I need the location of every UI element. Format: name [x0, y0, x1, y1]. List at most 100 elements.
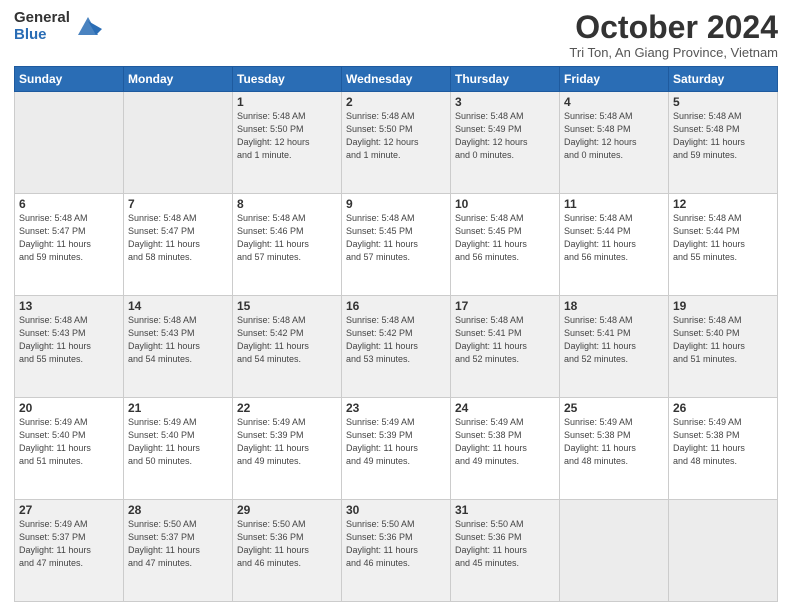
- calendar-cell: 3Sunrise: 5:48 AM Sunset: 5:49 PM Daylig…: [451, 92, 560, 194]
- day-info: Sunrise: 5:49 AM Sunset: 5:37 PM Dayligh…: [19, 518, 119, 570]
- day-number: 25: [564, 401, 664, 415]
- day-info: Sunrise: 5:49 AM Sunset: 5:38 PM Dayligh…: [455, 416, 555, 468]
- day-number: 19: [673, 299, 773, 313]
- day-info: Sunrise: 5:48 AM Sunset: 5:47 PM Dayligh…: [128, 212, 228, 264]
- day-number: 17: [455, 299, 555, 313]
- calendar-cell: 17Sunrise: 5:48 AM Sunset: 5:41 PM Dayli…: [451, 296, 560, 398]
- calendar-cell: 13Sunrise: 5:48 AM Sunset: 5:43 PM Dayli…: [15, 296, 124, 398]
- calendar-cell: [15, 92, 124, 194]
- day-info: Sunrise: 5:48 AM Sunset: 5:40 PM Dayligh…: [673, 314, 773, 366]
- day-info: Sunrise: 5:49 AM Sunset: 5:38 PM Dayligh…: [673, 416, 773, 468]
- calendar-cell: 1Sunrise: 5:48 AM Sunset: 5:50 PM Daylig…: [233, 92, 342, 194]
- calendar-cell: 18Sunrise: 5:48 AM Sunset: 5:41 PM Dayli…: [560, 296, 669, 398]
- calendar-cell: 15Sunrise: 5:48 AM Sunset: 5:42 PM Dayli…: [233, 296, 342, 398]
- calendar-cell: 16Sunrise: 5:48 AM Sunset: 5:42 PM Dayli…: [342, 296, 451, 398]
- header: General Blue October 2024 Tri Ton, An Gi…: [14, 10, 778, 60]
- calendar-cell: 19Sunrise: 5:48 AM Sunset: 5:40 PM Dayli…: [669, 296, 778, 398]
- logo-blue: Blue: [14, 27, 70, 44]
- calendar-week-row: 20Sunrise: 5:49 AM Sunset: 5:40 PM Dayli…: [15, 398, 778, 500]
- day-info: Sunrise: 5:49 AM Sunset: 5:39 PM Dayligh…: [237, 416, 337, 468]
- day-info: Sunrise: 5:48 AM Sunset: 5:47 PM Dayligh…: [19, 212, 119, 264]
- day-number: 2: [346, 95, 446, 109]
- day-info: Sunrise: 5:49 AM Sunset: 5:40 PM Dayligh…: [128, 416, 228, 468]
- day-number: 8: [237, 197, 337, 211]
- day-header-sunday: Sunday: [15, 67, 124, 92]
- day-number: 16: [346, 299, 446, 313]
- calendar-cell: 30Sunrise: 5:50 AM Sunset: 5:36 PM Dayli…: [342, 500, 451, 602]
- day-number: 27: [19, 503, 119, 517]
- day-number: 28: [128, 503, 228, 517]
- calendar-cell: 23Sunrise: 5:49 AM Sunset: 5:39 PM Dayli…: [342, 398, 451, 500]
- calendar-cell: 4Sunrise: 5:48 AM Sunset: 5:48 PM Daylig…: [560, 92, 669, 194]
- day-header-friday: Friday: [560, 67, 669, 92]
- calendar-table: SundayMondayTuesdayWednesdayThursdayFrid…: [14, 66, 778, 602]
- calendar-cell: [560, 500, 669, 602]
- day-info: Sunrise: 5:48 AM Sunset: 5:44 PM Dayligh…: [564, 212, 664, 264]
- day-info: Sunrise: 5:48 AM Sunset: 5:50 PM Dayligh…: [346, 110, 446, 162]
- day-number: 5: [673, 95, 773, 109]
- calendar-cell: 6Sunrise: 5:48 AM Sunset: 5:47 PM Daylig…: [15, 194, 124, 296]
- day-number: 1: [237, 95, 337, 109]
- day-number: 10: [455, 197, 555, 211]
- day-number: 9: [346, 197, 446, 211]
- day-info: Sunrise: 5:48 AM Sunset: 5:48 PM Dayligh…: [564, 110, 664, 162]
- day-number: 26: [673, 401, 773, 415]
- day-info: Sunrise: 5:48 AM Sunset: 5:43 PM Dayligh…: [19, 314, 119, 366]
- day-info: Sunrise: 5:48 AM Sunset: 5:50 PM Dayligh…: [237, 110, 337, 162]
- day-number: 7: [128, 197, 228, 211]
- logo: General Blue: [14, 10, 102, 43]
- calendar-cell: 12Sunrise: 5:48 AM Sunset: 5:44 PM Dayli…: [669, 194, 778, 296]
- day-header-tuesday: Tuesday: [233, 67, 342, 92]
- day-number: 3: [455, 95, 555, 109]
- logo-general: General: [14, 10, 70, 27]
- day-number: 14: [128, 299, 228, 313]
- day-number: 23: [346, 401, 446, 415]
- day-number: 22: [237, 401, 337, 415]
- day-number: 4: [564, 95, 664, 109]
- title-area: October 2024 Tri Ton, An Giang Province,…: [569, 10, 778, 60]
- day-info: Sunrise: 5:50 AM Sunset: 5:36 PM Dayligh…: [237, 518, 337, 570]
- day-info: Sunrise: 5:49 AM Sunset: 5:40 PM Dayligh…: [19, 416, 119, 468]
- day-info: Sunrise: 5:48 AM Sunset: 5:42 PM Dayligh…: [237, 314, 337, 366]
- day-number: 15: [237, 299, 337, 313]
- day-info: Sunrise: 5:48 AM Sunset: 5:45 PM Dayligh…: [455, 212, 555, 264]
- calendar-cell: [669, 500, 778, 602]
- calendar-cell: 21Sunrise: 5:49 AM Sunset: 5:40 PM Dayli…: [124, 398, 233, 500]
- day-info: Sunrise: 5:49 AM Sunset: 5:39 PM Dayligh…: [346, 416, 446, 468]
- day-number: 31: [455, 503, 555, 517]
- day-header-monday: Monday: [124, 67, 233, 92]
- day-header-thursday: Thursday: [451, 67, 560, 92]
- calendar-cell: 5Sunrise: 5:48 AM Sunset: 5:48 PM Daylig…: [669, 92, 778, 194]
- calendar-cell: 2Sunrise: 5:48 AM Sunset: 5:50 PM Daylig…: [342, 92, 451, 194]
- day-info: Sunrise: 5:48 AM Sunset: 5:44 PM Dayligh…: [673, 212, 773, 264]
- day-number: 24: [455, 401, 555, 415]
- calendar-cell: [124, 92, 233, 194]
- calendar-cell: 14Sunrise: 5:48 AM Sunset: 5:43 PM Dayli…: [124, 296, 233, 398]
- day-info: Sunrise: 5:48 AM Sunset: 5:42 PM Dayligh…: [346, 314, 446, 366]
- day-info: Sunrise: 5:48 AM Sunset: 5:41 PM Dayligh…: [455, 314, 555, 366]
- day-info: Sunrise: 5:50 AM Sunset: 5:36 PM Dayligh…: [455, 518, 555, 570]
- day-info: Sunrise: 5:48 AM Sunset: 5:41 PM Dayligh…: [564, 314, 664, 366]
- calendar-cell: 9Sunrise: 5:48 AM Sunset: 5:45 PM Daylig…: [342, 194, 451, 296]
- location: Tri Ton, An Giang Province, Vietnam: [569, 45, 778, 60]
- logo-icon: [74, 13, 102, 41]
- day-info: Sunrise: 5:48 AM Sunset: 5:49 PM Dayligh…: [455, 110, 555, 162]
- calendar-cell: 8Sunrise: 5:48 AM Sunset: 5:46 PM Daylig…: [233, 194, 342, 296]
- calendar-cell: 11Sunrise: 5:48 AM Sunset: 5:44 PM Dayli…: [560, 194, 669, 296]
- calendar-cell: 20Sunrise: 5:49 AM Sunset: 5:40 PM Dayli…: [15, 398, 124, 500]
- calendar-week-row: 13Sunrise: 5:48 AM Sunset: 5:43 PM Dayli…: [15, 296, 778, 398]
- day-number: 30: [346, 503, 446, 517]
- day-number: 13: [19, 299, 119, 313]
- page: General Blue October 2024 Tri Ton, An Gi…: [0, 0, 792, 612]
- calendar-cell: 25Sunrise: 5:49 AM Sunset: 5:38 PM Dayli…: [560, 398, 669, 500]
- calendar-cell: 24Sunrise: 5:49 AM Sunset: 5:38 PM Dayli…: [451, 398, 560, 500]
- day-number: 29: [237, 503, 337, 517]
- logo-text: General Blue: [14, 10, 70, 43]
- day-info: Sunrise: 5:48 AM Sunset: 5:48 PM Dayligh…: [673, 110, 773, 162]
- calendar-cell: 31Sunrise: 5:50 AM Sunset: 5:36 PM Dayli…: [451, 500, 560, 602]
- day-info: Sunrise: 5:48 AM Sunset: 5:45 PM Dayligh…: [346, 212, 446, 264]
- month-title: October 2024: [569, 10, 778, 45]
- calendar-week-row: 1Sunrise: 5:48 AM Sunset: 5:50 PM Daylig…: [15, 92, 778, 194]
- calendar-cell: 10Sunrise: 5:48 AM Sunset: 5:45 PM Dayli…: [451, 194, 560, 296]
- day-info: Sunrise: 5:48 AM Sunset: 5:46 PM Dayligh…: [237, 212, 337, 264]
